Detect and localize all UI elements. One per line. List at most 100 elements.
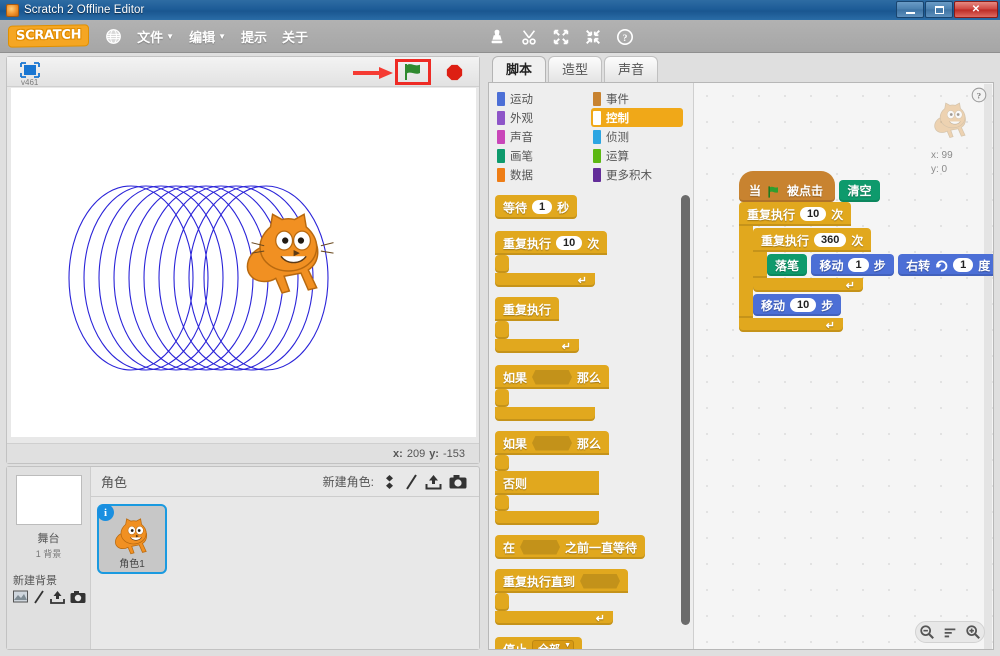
block-input-number[interactable]: 10	[556, 236, 583, 250]
zoom-reset-icon[interactable]	[942, 624, 958, 640]
category-pen[interactable]: 画笔	[495, 146, 591, 165]
block-label: 等待	[503, 200, 528, 215]
menu-item-file[interactable]: 文件 ▼	[137, 27, 174, 46]
grow-icon[interactable]	[552, 28, 570, 46]
script-canvas[interactable]: ? x: 99 y: 0 当 被点击 清空 重复执行 10 次 重复执行 360…	[694, 83, 993, 649]
tab-costumes[interactable]: 造型	[548, 56, 603, 82]
stop-sign-icon[interactable]	[446, 64, 463, 81]
palette-block-wait[interactable]: 等待 1 秒	[495, 195, 578, 219]
tab-sounds[interactable]: 声音	[604, 56, 659, 82]
library-icon[interactable]	[13, 590, 28, 604]
palette-block-repeat-until[interactable]: 重复执行直到 ↵	[495, 569, 629, 625]
block-label: 重复执行直到	[503, 574, 576, 589]
mouse-x-value: 209	[406, 447, 426, 460]
palette-block-if-then-else[interactable]: 如果 那么 否则	[495, 431, 610, 525]
palette-block-stop[interactable]: 停止 全部	[495, 637, 583, 649]
stage-selector-column[interactable]: 舞台 1 背景 新建背景	[7, 467, 91, 649]
minimize-button[interactable]	[896, 1, 924, 18]
script-block-pen-down[interactable]: 落笔	[767, 254, 808, 276]
palette-scrollbar[interactable]	[681, 195, 690, 625]
category-swatch	[497, 110, 505, 125]
category-data[interactable]: 数据	[495, 165, 591, 184]
category-swatch	[593, 110, 601, 125]
category-sound[interactable]: 声音	[495, 127, 591, 146]
svg-text:?: ?	[977, 91, 981, 101]
green-flag-icon[interactable]	[398, 62, 428, 82]
shrink-icon[interactable]	[584, 28, 602, 46]
fullscreen-icon[interactable]	[17, 60, 43, 80]
palette-block-forever[interactable]: 重复执行 ↵	[495, 297, 579, 353]
paint-icon[interactable]	[405, 473, 418, 490]
app-icon	[6, 3, 19, 17]
palette-block-if-then[interactable]: 如果 那么	[495, 365, 610, 421]
spiral-coil-drawing	[68, 185, 329, 371]
block-footer: ↵	[739, 318, 843, 332]
block-dropdown[interactable]: 全部	[532, 640, 575, 649]
sprite-watermark-cat-icon	[934, 102, 966, 139]
stage-thumbnail[interactable]	[15, 475, 82, 525]
menu-item-about[interactable]: 关于	[282, 27, 308, 46]
block-input-boolean[interactable]	[532, 369, 573, 385]
menu-item-tips[interactable]: 提示	[241, 27, 267, 46]
category-more-blocks[interactable]: 更多积木	[591, 165, 687, 184]
category-swatch	[497, 129, 505, 144]
category-operators[interactable]: 运算	[591, 146, 687, 165]
script-stack[interactable]: 当 被点击 清空 重复执行 10 次 重复执行 360 次 落笔 移动 1 步 …	[739, 171, 993, 332]
block-input-boolean[interactable]	[532, 435, 573, 451]
maximize-button[interactable]	[925, 1, 953, 18]
new-backdrop-icons	[13, 590, 90, 604]
script-block-repeat-outer[interactable]: 重复执行 10 次 重复执行 360 次 落笔 移动 1 步 右转 1 度 ↵ …	[739, 202, 993, 332]
library-icon[interactable]	[381, 474, 398, 490]
block-input-boolean[interactable]	[520, 539, 561, 555]
block-footer: ↵	[753, 278, 863, 292]
mouse-y-label: y:	[429, 447, 439, 460]
script-block-repeat-inner[interactable]: 重复执行 360 次 落笔 移动 1 步 右转 1 度 ↵	[753, 228, 993, 292]
stage-canvas[interactable]	[11, 88, 476, 437]
block-input-boolean[interactable]	[580, 573, 621, 589]
zoom-out-icon[interactable]	[919, 624, 935, 640]
category-events[interactable]: 事件	[591, 89, 687, 108]
script-block-turn-right[interactable]: 右转 1 度	[898, 254, 993, 276]
category-looks[interactable]: 外观	[495, 108, 591, 127]
sprite-info-badge[interactable]: i	[97, 504, 114, 521]
block-input-number[interactable]: 360	[814, 233, 847, 247]
palette-block-wait-until[interactable]: 在 之前一直等待	[495, 535, 646, 559]
category-sensing[interactable]: 侦测	[591, 127, 687, 146]
category-control[interactable]: 控制	[591, 108, 683, 127]
block-input-number[interactable]: 10	[800, 207, 827, 221]
upload-icon[interactable]	[50, 590, 65, 604]
category-swatch	[593, 91, 601, 106]
block-input-number[interactable]: 1	[532, 200, 553, 214]
category-column-right: 事件 控制 侦测 运算 更多积木	[591, 89, 687, 184]
palette-block-repeat-n[interactable]: 重复执行 10 次 ↵	[495, 231, 608, 287]
block-input-number[interactable]: 1	[848, 258, 869, 272]
paint-icon[interactable]	[33, 590, 45, 604]
category-selector: 运动 外观 声音 画笔 数据 事件 控制 侦测 运算 更多积木	[489, 83, 693, 188]
upload-icon[interactable]	[425, 474, 442, 490]
sprite-card-1[interactable]: i 角色1	[97, 504, 167, 574]
tab-scripts[interactable]: 脚本	[492, 56, 547, 82]
zoom-in-icon[interactable]	[965, 624, 981, 640]
camera-icon[interactable]	[70, 590, 86, 604]
scissors-icon[interactable]	[520, 28, 538, 46]
script-block-when-flag-clicked[interactable]: 当 被点击	[739, 171, 836, 202]
globe-icon[interactable]	[105, 28, 122, 45]
window-controls[interactable]: ✕	[896, 1, 998, 18]
help-icon[interactable]: ?	[616, 28, 634, 46]
script-block-move-10[interactable]: 移动 10 步	[753, 294, 842, 316]
close-button[interactable]: ✕	[954, 1, 998, 18]
block-input-number[interactable]: 1	[953, 258, 974, 272]
script-block-clear[interactable]: 清空	[839, 179, 880, 202]
script-block-move-1[interactable]: 移动 1 步	[811, 254, 894, 276]
script-scrollbar[interactable]	[984, 84, 992, 649]
stamp-icon[interactable]	[488, 28, 506, 46]
category-motion[interactable]: 运动	[495, 89, 591, 108]
camera-icon[interactable]	[449, 474, 467, 490]
scratch-logo[interactable]: SCRATCH	[8, 24, 90, 48]
help-icon[interactable]: ?	[971, 87, 987, 103]
menu-item-edit[interactable]: 编辑 ▼	[189, 27, 226, 46]
scratch-cat-sprite	[246, 213, 334, 294]
block-label: 移动	[819, 258, 844, 273]
block-input-number[interactable]: 10	[790, 298, 817, 312]
category-label: 运动	[510, 93, 533, 106]
